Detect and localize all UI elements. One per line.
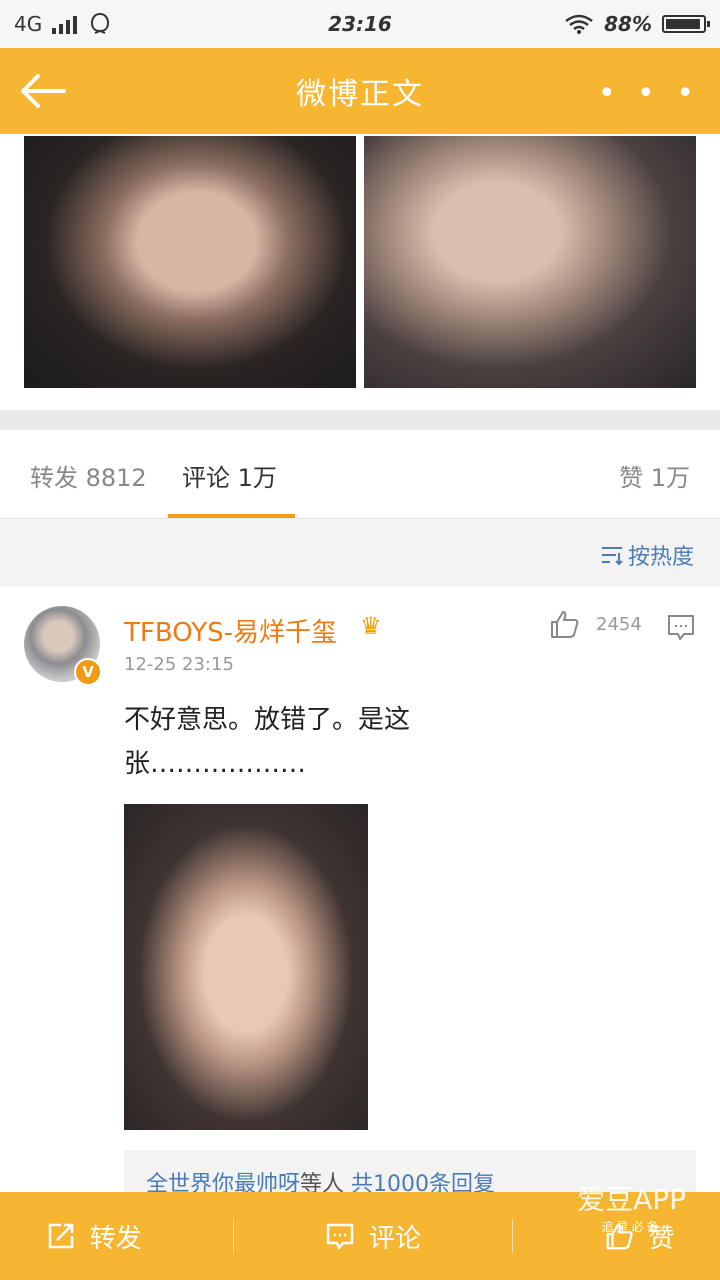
- divider: [512, 1219, 514, 1253]
- status-bar: 4G 23:16 88%: [0, 0, 720, 48]
- watermark-brand: 爱豆APP: [577, 1183, 686, 1216]
- app-watermark: 爱豆APP 追星必备: [577, 1178, 686, 1235]
- watermark-tagline: 追星必备: [601, 1220, 662, 1234]
- comment-photo[interactable]: [124, 804, 368, 1130]
- forward-label: 转发: [89, 1223, 142, 1254]
- comment-text: 不好意思。放错了。是这张………………: [124, 705, 411, 779]
- post-photo[interactable]: [364, 136, 696, 388]
- comment-button[interactable]: 评论: [325, 1218, 421, 1255]
- crown-icon: ♛: [360, 612, 382, 640]
- clock: 23:16: [328, 12, 392, 36]
- section-divider: [0, 410, 720, 430]
- divider: [232, 1219, 234, 1253]
- thumbs-up-icon[interactable]: [548, 608, 580, 640]
- notification-icon: [91, 12, 110, 34]
- verified-badge: V: [74, 658, 102, 686]
- sort-by-hot-button[interactable]: 按热度: [600, 539, 694, 571]
- wifi-icon: [565, 14, 593, 34]
- battery-percent: 88%: [604, 12, 652, 36]
- comment-icon: [326, 1223, 354, 1250]
- comment-item: V TFBOYS-易烊千玺 ♛ 12-25 23:15 2454 不好意思。放错…: [0, 588, 720, 1210]
- network-type: 4G: [14, 12, 43, 36]
- forward-button[interactable]: 转发: [46, 1218, 142, 1255]
- tab-like[interactable]: 赞 1万: [619, 458, 690, 493]
- interaction-tabs: 转发 8812 评论 1万 赞 1万: [0, 430, 720, 519]
- share-icon: [48, 1223, 73, 1249]
- signal-icon: [52, 14, 78, 34]
- sort-icon: [601, 547, 623, 566]
- sort-bar: 按热度: [0, 519, 720, 587]
- active-tab-indicator: [168, 514, 295, 518]
- more-options-icon[interactable]: • • •: [598, 76, 700, 111]
- nav-bar: 微博正文 • • •: [0, 48, 720, 134]
- comment-like-count: 2454: [596, 614, 642, 635]
- comment-username[interactable]: TFBOYS-易烊千玺: [124, 612, 337, 649]
- comment-label: 评论: [368, 1223, 421, 1254]
- reply-icon[interactable]: [666, 612, 696, 642]
- battery-icon: [662, 15, 710, 33]
- tab-forward[interactable]: 转发 8812: [30, 458, 147, 493]
- sort-label: 按热度: [627, 545, 694, 570]
- tab-comment[interactable]: 评论 1万: [182, 458, 277, 493]
- page-title: 微博正文: [296, 77, 424, 112]
- post-photos: [24, 136, 696, 388]
- post-photo[interactable]: [24, 136, 356, 388]
- back-arrow-icon[interactable]: [18, 70, 68, 112]
- comment-time: 12-25 23:15: [124, 654, 234, 675]
